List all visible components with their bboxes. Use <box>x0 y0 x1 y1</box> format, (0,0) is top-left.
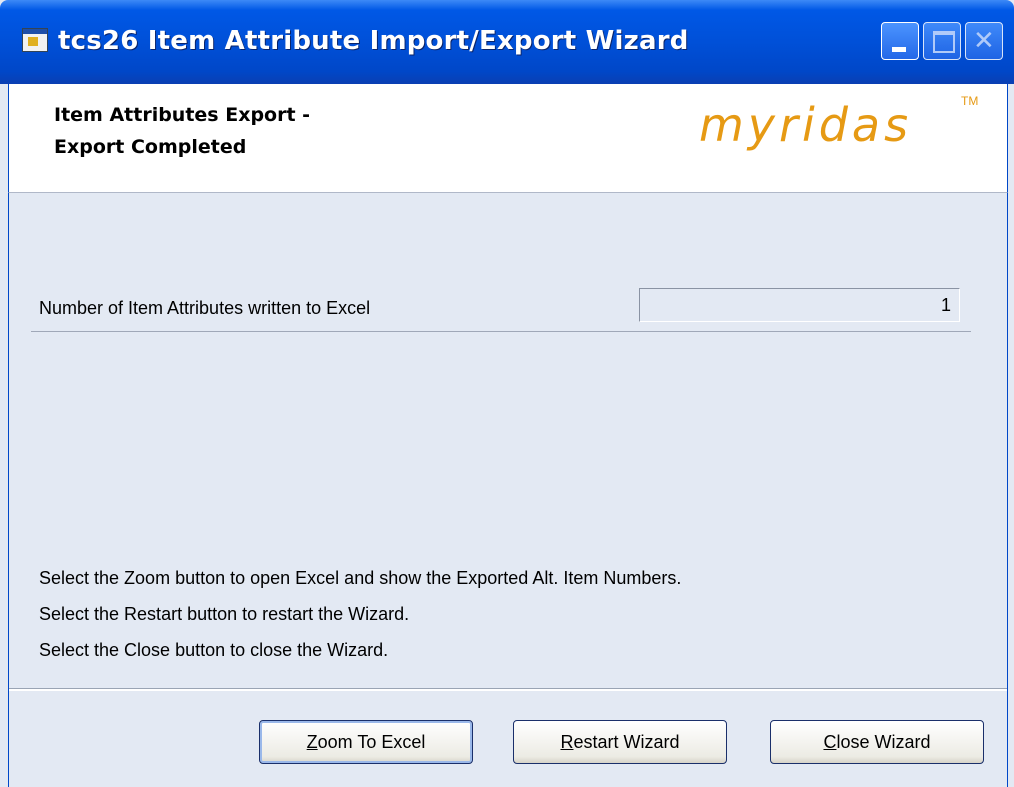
maximize-button <box>923 22 961 60</box>
field-divider <box>31 331 971 332</box>
wizard-window: tcs26 Item Attribute Import/Export Wizar… <box>0 0 1014 787</box>
wizard-header: Item Attributes Export - Export Complete… <box>8 84 1008 193</box>
maximize-icon <box>933 31 955 53</box>
attributes-count-label: Number of Item Attributes written to Exc… <box>39 298 371 318</box>
restart-instruction: Select the Restart button to restart the… <box>39 604 410 624</box>
close-instruction: Select the Close button to close the Wiz… <box>39 640 389 660</box>
logo-trademark: TM <box>961 94 979 108</box>
restart-wizard-button[interactable]: Restart Wizard <box>513 720 727 764</box>
attributes-count-value: 1 <box>639 288 960 322</box>
myridas-logo: myridas <box>699 98 913 152</box>
close-icon: ✕ <box>973 26 995 56</box>
wizard-content: Number of Item Attributes written to Exc… <box>8 193 1008 787</box>
header-title: Item Attributes Export - <box>54 104 311 126</box>
minimize-button[interactable] <box>881 22 919 60</box>
zoom-instruction: Select the Zoom button to open Excel and… <box>39 568 682 588</box>
close-window-button: ✕ <box>965 22 1003 60</box>
zoom-to-excel-button[interactable]: Zoom To Excel <box>259 720 473 764</box>
header-subtitle: Export Completed <box>54 136 247 158</box>
button-separator <box>9 688 1007 691</box>
title-bar[interactable]: tcs26 Item Attribute Import/Export Wizar… <box>0 0 1014 84</box>
minimize-icon <box>892 47 906 52</box>
window-title: tcs26 Item Attribute Import/Export Wizar… <box>58 26 689 56</box>
app-icon[interactable] <box>22 28 48 52</box>
close-wizard-button[interactable]: Close Wizard <box>770 720 984 764</box>
